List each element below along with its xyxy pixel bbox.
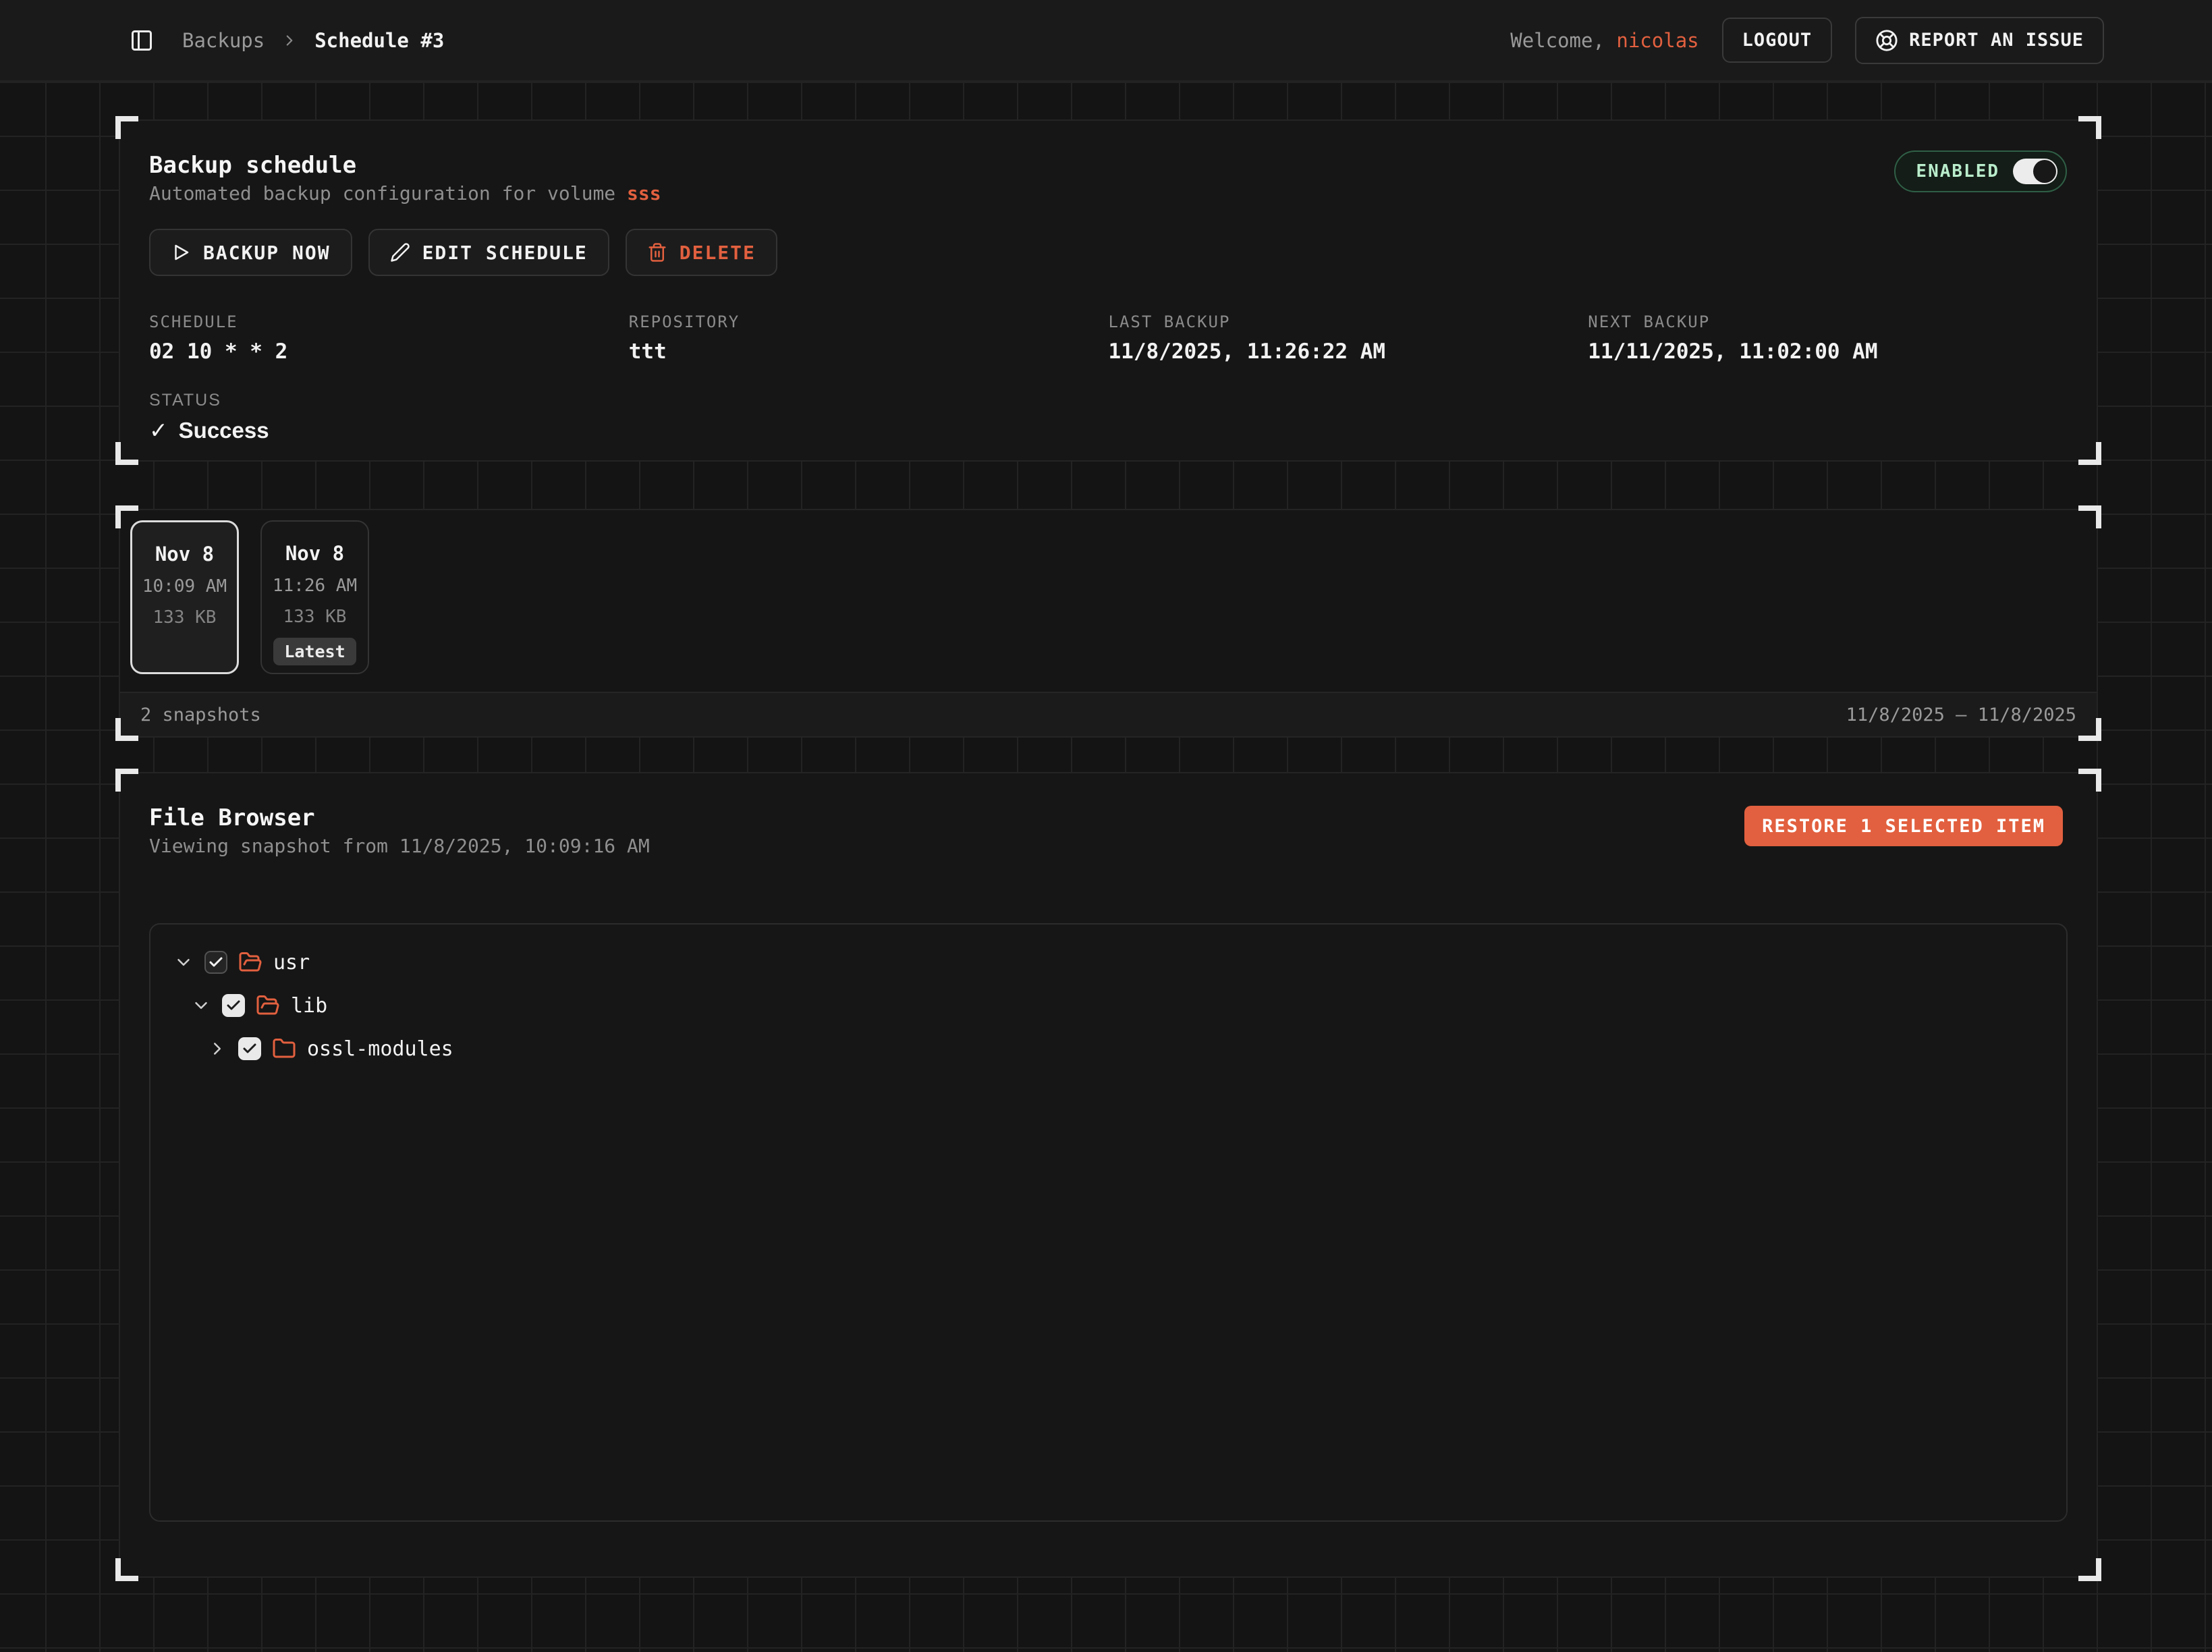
delete-button[interactable]: DELETE — [626, 229, 777, 276]
breadcrumb: Backups Schedule #3 — [182, 29, 444, 52]
file-tree: usr lib — [149, 923, 2068, 1522]
breadcrumb-backups-link[interactable]: Backups — [182, 29, 265, 52]
checkbox-lib[interactable] — [222, 994, 245, 1017]
edit-schedule-button[interactable]: EDIT SCHEDULE — [368, 229, 609, 276]
field-label: LAST BACKUP — [1109, 312, 1588, 331]
field-last-backup: LAST BACKUP 11/8/2025, 11:26:22 AM — [1109, 312, 1588, 364]
backup-now-label: BACKUP NOW — [203, 242, 331, 264]
tree-label: lib — [291, 994, 327, 1018]
snapshots-section: Nov 8 10:09 AM 133 KB Nov 8 11:26 AM 133… — [119, 509, 2098, 738]
snapshot-date-range: 11/8/2025 – 11/8/2025 — [1846, 705, 2076, 725]
card-title: Backup schedule — [149, 152, 2068, 179]
main-content: Backup schedule Automated backup configu… — [0, 82, 2212, 1578]
snapshots-footer: 2 snapshots 11/8/2025 – 11/8/2025 — [120, 692, 2097, 736]
corner-bracket — [115, 769, 138, 792]
volume-name: sss — [627, 182, 661, 204]
checkbox-usr[interactable] — [204, 951, 227, 974]
trash-icon — [647, 242, 667, 263]
field-value: 11/8/2025, 11:26:22 AM — [1109, 339, 1588, 364]
field-next-backup: NEXT BACKUP 11/11/2025, 11:02:00 AM — [1588, 312, 2068, 364]
enabled-toggle-pill[interactable]: ENABLED — [1894, 150, 2067, 192]
backup-now-button[interactable]: BACKUP NOW — [149, 229, 352, 276]
corner-bracket — [2078, 505, 2101, 528]
corner-bracket — [115, 505, 138, 528]
snapshot-time: 10:09 AM — [142, 576, 227, 597]
top-bar-left: Backups Schedule #3 — [127, 26, 444, 55]
snapshot-time: 11:26 AM — [273, 576, 357, 596]
field-label: SCHEDULE — [149, 312, 629, 331]
restore-selected-button[interactable]: RESTORE 1 SELECTED ITEM — [1744, 806, 2063, 846]
welcome-prefix: Welcome, — [1510, 29, 1616, 52]
enabled-switch[interactable] — [2013, 159, 2057, 184]
snapshot-count: 2 snapshots — [140, 705, 261, 725]
chevron-down-icon[interactable] — [173, 952, 194, 972]
pencil-icon — [390, 242, 410, 263]
field-repository: REPOSITORY ttt — [629, 312, 1109, 364]
breadcrumb-current: Schedule #3 — [314, 29, 444, 52]
top-bar-right: Welcome, nicolas LOGOUT REPORT AN ISSUE — [1510, 17, 2104, 64]
card-subtitle: Automated backup configuration for volum… — [149, 182, 2068, 206]
corner-bracket — [115, 116, 138, 139]
corner-bracket — [115, 718, 138, 741]
tree-row-lib[interactable]: lib — [150, 984, 2066, 1027]
corner-bracket — [2078, 1558, 2101, 1581]
snapshot-card-latest[interactable]: Nov 8 11:26 AM 133 KB Latest — [260, 520, 369, 674]
snapshot-card-selected[interactable]: Nov 8 10:09 AM 133 KB — [130, 520, 239, 674]
tree-row-usr[interactable]: usr — [150, 941, 2066, 984]
subtitle-text: Automated backup configuration for volum… — [149, 182, 627, 204]
status-label: STATUS — [149, 391, 2068, 410]
status-value: ✓ Success — [149, 417, 2068, 443]
chevron-right-icon — [281, 32, 298, 49]
check-icon: ✓ — [149, 417, 168, 443]
backup-schedule-card: Backup schedule Automated backup configu… — [119, 119, 2098, 462]
field-value: 11/11/2025, 11:02:00 AM — [1588, 339, 2068, 364]
tree-label: usr — [273, 951, 310, 974]
status-block: STATUS ✓ Success — [149, 391, 2068, 443]
field-schedule: SCHEDULE 02 10 * * 2 — [149, 312, 629, 364]
lifebuoy-icon — [1875, 29, 1898, 52]
snapshot-size: 133 KB — [153, 607, 217, 628]
snapshot-list: Nov 8 10:09 AM 133 KB Nov 8 11:26 AM 133… — [120, 510, 2097, 692]
latest-badge: Latest — [273, 638, 356, 665]
logout-button[interactable]: LOGOUT — [1722, 18, 1833, 63]
logout-label: LOGOUT — [1742, 30, 1813, 51]
snapshot-date: Nov 8 — [285, 542, 344, 565]
welcome-text: Welcome, nicolas — [1510, 29, 1698, 52]
corner-bracket — [115, 1558, 138, 1581]
play-icon — [171, 242, 191, 263]
checkbox-ossl-modules[interactable] — [238, 1037, 261, 1060]
field-value: 02 10 * * 2 — [149, 339, 629, 364]
chevron-right-icon[interactable] — [207, 1039, 227, 1059]
schedule-actions: BACKUP NOW EDIT SCHEDULE DELETE — [149, 229, 2068, 276]
sidebar-toggle-button[interactable] — [127, 26, 157, 55]
panel-left-icon — [130, 28, 154, 53]
corner-bracket — [2078, 442, 2101, 465]
tree-label: ossl-modules — [307, 1037, 453, 1061]
switch-knob — [2033, 160, 2056, 183]
corner-bracket — [115, 442, 138, 465]
corner-bracket — [2078, 116, 2101, 139]
report-issue-button[interactable]: REPORT AN ISSUE — [1855, 17, 2104, 64]
folder-open-icon — [256, 993, 280, 1018]
status-text: Success — [179, 418, 269, 443]
top-bar: Backups Schedule #3 Welcome, nicolas LOG… — [0, 0, 2212, 82]
schedule-fields: SCHEDULE 02 10 * * 2 REPOSITORY ttt LAST… — [149, 312, 2068, 364]
chevron-down-icon[interactable] — [191, 995, 211, 1016]
snapshot-date: Nov 8 — [155, 543, 214, 566]
field-label: NEXT BACKUP — [1588, 312, 2068, 331]
report-issue-label: REPORT AN ISSUE — [1909, 30, 2084, 51]
username: nicolas — [1616, 29, 1698, 52]
field-label: REPOSITORY — [629, 312, 1109, 331]
folder-open-icon — [238, 950, 262, 974]
delete-label: DELETE — [680, 242, 756, 264]
folder-icon — [272, 1037, 296, 1061]
edit-schedule-label: EDIT SCHEDULE — [422, 242, 588, 264]
file-browser-card: File Browser Viewing snapshot from 11/8/… — [119, 772, 2098, 1578]
field-value: ttt — [629, 339, 1109, 364]
tree-row-ossl-modules[interactable]: ossl-modules — [150, 1027, 2066, 1070]
enabled-label: ENABLED — [1916, 161, 1999, 182]
snapshot-size: 133 KB — [283, 607, 347, 627]
corner-bracket — [2078, 769, 2101, 792]
corner-bracket — [2078, 718, 2101, 741]
